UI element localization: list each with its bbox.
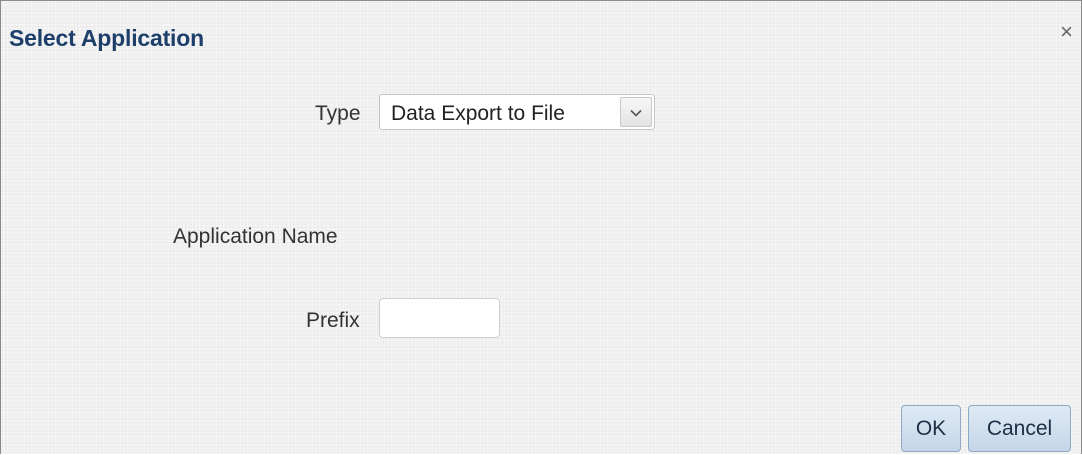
dialog-title: Select Application [9, 25, 204, 51]
ok-button[interactable]: OK [901, 405, 961, 452]
prefix-input[interactable] [379, 298, 500, 338]
close-icon[interactable]: × [1060, 21, 1073, 43]
application-name-label: Application Name [173, 225, 338, 248]
select-application-dialog: Select Application × Type Data Export to… [0, 0, 1082, 454]
cancel-button[interactable]: Cancel [968, 405, 1071, 452]
chevron-down-icon [630, 109, 642, 117]
type-select[interactable]: Data Export to File [379, 94, 655, 130]
type-label: Type [315, 102, 361, 125]
prefix-label: Prefix [306, 309, 360, 332]
type-select-value: Data Export to File [391, 102, 565, 125]
type-dropdown-button[interactable] [620, 97, 652, 127]
